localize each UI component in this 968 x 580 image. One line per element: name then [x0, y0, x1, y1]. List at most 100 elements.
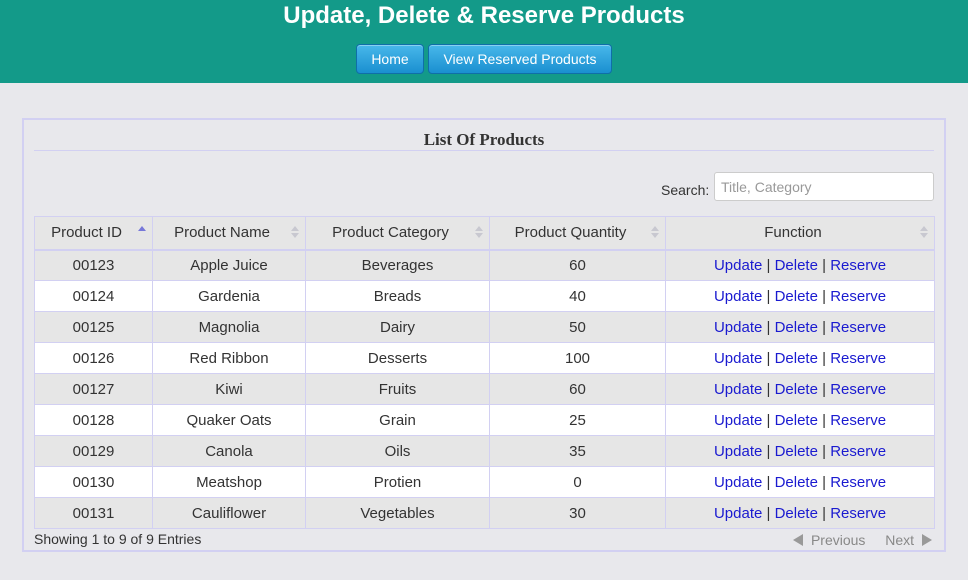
update-link[interactable]: Update [714, 412, 762, 429]
action-separator: | [822, 473, 827, 491]
cell-id: 00128 [34, 404, 153, 436]
cell-category: Grain [305, 404, 490, 436]
column-header-product-id[interactable]: Product ID [34, 216, 153, 251]
products-panel: List Of Products Search: Product IDProdu… [22, 118, 946, 552]
reserve-link[interactable]: Reserve [830, 381, 886, 398]
delete-link[interactable]: Delete [775, 505, 818, 522]
cell-category: Desserts [305, 342, 490, 374]
cell-name: Canola [152, 435, 306, 467]
cell-category: Beverages [305, 249, 490, 281]
action-separator: | [822, 256, 827, 274]
sort-icon [920, 226, 928, 240]
next-button[interactable]: Next [885, 532, 914, 548]
cell-function: Update | Delete | Reserve [665, 249, 935, 281]
reserve-link[interactable]: Reserve [830, 257, 886, 274]
action-separator: | [822, 380, 827, 398]
action-separator: | [766, 318, 771, 336]
action-separator: | [766, 442, 771, 460]
column-header-product-name[interactable]: Product Name [152, 216, 306, 251]
cell-quantity: 30 [489, 497, 666, 529]
column-header-product-quantity[interactable]: Product Quantity [489, 216, 666, 251]
cell-function: Update | Delete | Reserve [665, 404, 935, 436]
column-header-label: Product ID [51, 224, 122, 242]
delete-link[interactable]: Delete [775, 474, 818, 491]
previous-button[interactable]: Previous [811, 532, 865, 548]
cell-quantity: 0 [489, 466, 666, 498]
cell-id: 00123 [34, 249, 153, 281]
reserve-link[interactable]: Reserve [830, 319, 886, 336]
column-header-product-category[interactable]: Product Category [305, 216, 490, 251]
page-title: Update, Delete & Reserve Products [283, 2, 685, 29]
reserve-link[interactable]: Reserve [830, 288, 886, 305]
table-row: 00127 Kiwi Fruits 60 Update | Delete | Reser… [34, 373, 935, 405]
sort-ascending-icon [138, 226, 146, 240]
table-row: 00131 Cauliflower Vegetables 30 Update | Del… [34, 497, 935, 529]
cell-function: Update | Delete | Reserve [665, 466, 935, 498]
cell-name: Magnolia [152, 311, 306, 343]
update-link[interactable]: Update [714, 257, 762, 274]
cell-id: 00130 [34, 466, 153, 498]
reserve-link[interactable]: Reserve [830, 350, 886, 367]
reserve-link[interactable]: Reserve [830, 505, 886, 522]
reserve-link[interactable]: Reserve [830, 412, 886, 429]
column-header-function[interactable]: Function [665, 216, 935, 251]
table-row: 00129 Canola Oils 35 Update | Delete | Reser… [34, 435, 935, 467]
cell-category: Dairy [305, 311, 490, 343]
delete-link[interactable]: Delete [775, 381, 818, 398]
cell-quantity: 40 [489, 280, 666, 312]
cell-function: Update | Delete | Reserve [665, 311, 935, 343]
cell-id: 00126 [34, 342, 153, 374]
delete-link[interactable]: Delete [775, 350, 818, 367]
cell-quantity: 25 [489, 404, 666, 436]
action-separator: | [822, 287, 827, 305]
search-input[interactable] [714, 172, 934, 201]
action-separator: | [766, 349, 771, 367]
cell-quantity: 60 [489, 249, 666, 281]
cell-category: Oils [305, 435, 490, 467]
previous-arrow-icon[interactable] [792, 534, 803, 547]
delete-link[interactable]: Delete [775, 288, 818, 305]
update-link[interactable]: Update [714, 350, 762, 367]
cell-category: Fruits [305, 373, 490, 405]
cell-id: 00127 [34, 373, 153, 405]
cell-quantity: 50 [489, 311, 666, 343]
cell-name: Quaker Oats [152, 404, 306, 436]
reserve-link[interactable]: Reserve [830, 443, 886, 460]
update-link[interactable]: Update [714, 505, 762, 522]
next-arrow-icon[interactable] [922, 534, 932, 547]
action-separator: | [822, 318, 827, 336]
entries-info: Showing 1 to 9 of 9 Entries [34, 531, 202, 547]
update-link[interactable]: Update [714, 443, 762, 460]
column-header-label: Function [764, 224, 822, 242]
panel-title: List Of Products [423, 130, 545, 149]
sort-icon [475, 226, 483, 240]
cell-quantity: 60 [489, 373, 666, 405]
delete-link[interactable]: Delete [775, 443, 818, 460]
update-link[interactable]: Update [714, 474, 762, 491]
nav-bar: Home View Reserved Products [0, 44, 968, 74]
update-link[interactable]: Update [714, 319, 762, 336]
column-header-label: Product Quantity [514, 224, 627, 242]
sort-icon [291, 226, 299, 240]
delete-link[interactable]: Delete [775, 319, 818, 336]
pagination: Previous Next [792, 531, 932, 548]
delete-link[interactable]: Delete [775, 412, 818, 429]
panel-divider [34, 150, 934, 151]
sort-icon [651, 226, 659, 240]
cell-id: 00124 [34, 280, 153, 312]
cell-category: Vegetables [305, 497, 490, 529]
table-header-row: Product ID Product Name Product Category Pr… [34, 216, 935, 251]
reserve-link[interactable]: Reserve [830, 474, 886, 491]
page-header: Update, Delete & Reserve Products Home V… [0, 0, 968, 83]
delete-link[interactable]: Delete [775, 257, 818, 274]
update-link[interactable]: Update [714, 381, 762, 398]
cell-function: Update | Delete | Reserve [665, 497, 935, 529]
action-separator: | [766, 256, 771, 274]
home-button[interactable]: Home [356, 44, 424, 74]
table-row: 00124 Gardenia Breads 40 Update | Delete | R… [34, 280, 935, 312]
cell-name: Gardenia [152, 280, 306, 312]
table-row: 00128 Quaker Oats Grain 25 Update | Delete |… [34, 404, 935, 436]
view-reserved-products-button[interactable]: View Reserved Products [428, 44, 612, 74]
update-link[interactable]: Update [714, 288, 762, 305]
table-row: 00130 Meatshop Protien 0 Update | Delete | R… [34, 466, 935, 498]
